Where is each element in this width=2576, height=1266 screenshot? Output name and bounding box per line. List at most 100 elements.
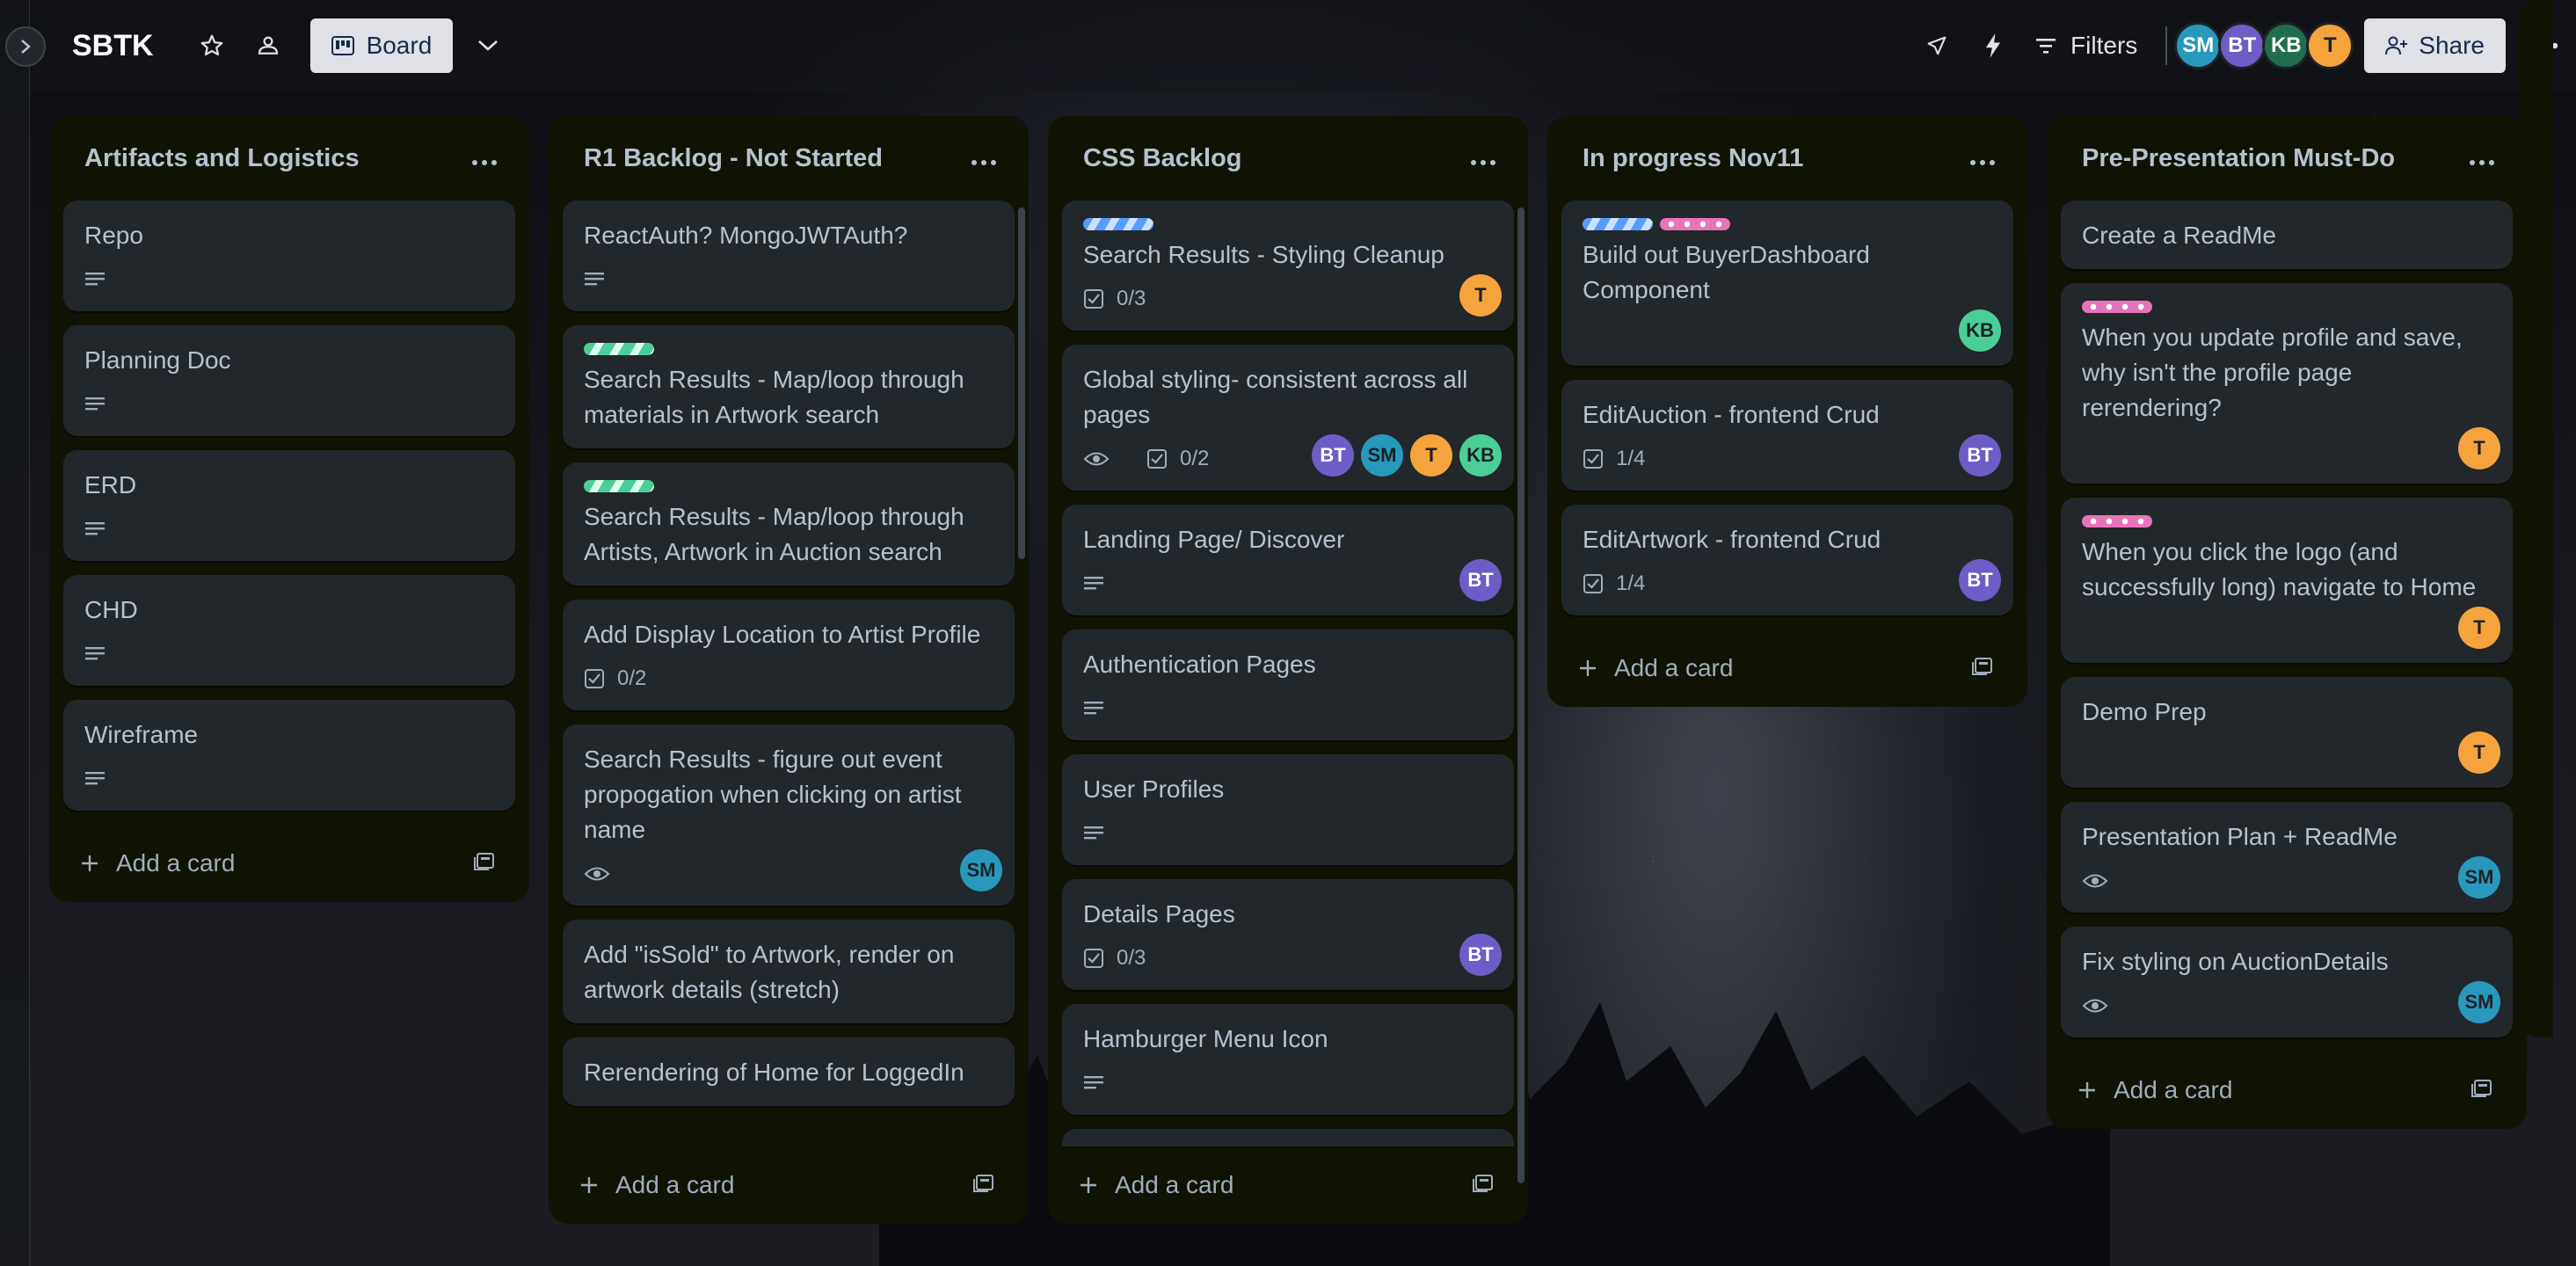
member-avatar[interactable]: T (2306, 22, 2354, 69)
member-avatar[interactable]: KB (2262, 22, 2310, 69)
card[interactable]: Search Results - Map/loop through materi… (563, 325, 1015, 448)
card[interactable]: Presentation Plan + ReadMe SM (2061, 802, 2513, 913)
list-actions-button[interactable] (971, 143, 997, 173)
label-blue[interactable] (1583, 218, 1653, 230)
member-avatar[interactable]: BT (1459, 934, 1502, 976)
label-pink[interactable] (2082, 301, 2152, 313)
member-avatar[interactable]: BT (1459, 559, 1502, 601)
list-column[interactable]: Pre-Presentation Must-Do Create a ReadMe W… (2047, 116, 2527, 1129)
card[interactable]: Search Results - Map/loop through Artist… (563, 462, 1015, 586)
card[interactable]: CHD (63, 575, 515, 686)
visibility-button[interactable] (245, 23, 291, 69)
card[interactable]: Hamburger Menu Icon (1062, 1004, 1514, 1115)
board-view-button[interactable]: Board (309, 18, 454, 73)
member-avatar[interactable]: T (1410, 434, 1452, 477)
card[interactable]: Rerendering of Home for LoggedIn (563, 1037, 1015, 1106)
list-column[interactable]: Artifacts and Logistics Repo Planning Doc E… (49, 116, 529, 902)
card[interactable]: Fix styling on AuctionDetails SM (2061, 927, 2513, 1037)
list-actions-button[interactable] (1969, 143, 1996, 173)
add-card-button[interactable]: Add a card (1062, 1146, 1514, 1224)
card[interactable]: Landing Page/ Discover BT (1062, 505, 1514, 615)
member-avatar[interactable]: BT (1959, 434, 2001, 477)
card[interactable]: EditArtwork - frontend Crud 1/4 BT (1561, 505, 2013, 615)
card-labels[interactable] (2082, 515, 2492, 528)
create-from-template-button[interactable] (1971, 654, 1994, 682)
card[interactable]: Wireframe (63, 700, 515, 811)
member-avatar[interactable]: SM (960, 849, 1002, 891)
card[interactable]: User Profiles (1062, 754, 1514, 865)
expand-sidebar-button[interactable] (5, 26, 46, 67)
add-card-button[interactable]: Add a card (563, 1146, 1015, 1224)
card[interactable]: Add "isSold" to Artwork, render on artwo… (563, 920, 1015, 1023)
create-from-template-button[interactable] (473, 849, 496, 877)
automation-button[interactable] (1970, 23, 2016, 69)
list-actions-button[interactable] (471, 143, 498, 173)
card[interactable]: Dropdown menu for search (1062, 1129, 1514, 1146)
member-avatar[interactable]: KB (1959, 309, 2001, 352)
card[interactable]: Global styling- consistent across all pa… (1062, 345, 1514, 491)
list-scrollbar[interactable] (1517, 207, 1524, 1183)
list-title[interactable]: In progress Nov11 (1583, 144, 1803, 173)
list-column[interactable]: R1 Backlog - Not Started ReactAuth? Mongo… (549, 116, 1029, 1224)
list-scrollbar[interactable] (1018, 207, 1025, 559)
member-avatar[interactable]: SM (2458, 856, 2500, 899)
create-from-template-button[interactable] (1472, 1171, 1495, 1199)
create-from-template-button[interactable] (2470, 1076, 2493, 1104)
board-title[interactable]: SBTK (72, 29, 154, 63)
member-avatar[interactable]: BT (1312, 434, 1354, 477)
label-pink[interactable] (2082, 515, 2152, 528)
member-avatar[interactable]: SM (1361, 434, 1403, 477)
filters-button[interactable]: Filters (2035, 32, 2137, 60)
label-blue[interactable] (1083, 218, 1153, 230)
list-column[interactable]: CSS Backlog Search Results - Styling Clea… (1048, 116, 1528, 1224)
share-button[interactable]: Share (2364, 18, 2506, 73)
card[interactable]: Details Pages 0/3 BT (1062, 879, 1514, 990)
list-column[interactable]: In progress Nov11 Build out BuyerDashboar… (1547, 116, 2027, 707)
list-title[interactable]: CSS Backlog (1083, 144, 1242, 173)
card[interactable]: Repo (63, 200, 515, 311)
label-green[interactable] (584, 343, 654, 355)
list-title[interactable]: Pre-Presentation Must-Do (2082, 144, 2395, 173)
card[interactable]: Planning Doc (63, 325, 515, 436)
card-labels[interactable] (584, 343, 993, 355)
label-pink[interactable] (1660, 218, 1730, 230)
member-avatar[interactable]: BT (1959, 559, 2001, 601)
member-avatar[interactable]: T (2458, 427, 2500, 469)
member-avatar[interactable]: SM (2458, 981, 2500, 1023)
member-avatar[interactable]: KB (1459, 434, 1502, 477)
create-from-template-button[interactable] (972, 1171, 995, 1199)
list-title[interactable]: R1 Backlog - Not Started (584, 144, 883, 173)
view-switcher-dropdown[interactable] (465, 23, 511, 69)
card[interactable]: Demo Prep T (2061, 677, 2513, 788)
card[interactable]: EditAuction - frontend Crud 1/4 BT (1561, 380, 2013, 491)
card[interactable]: Authentication Pages (1062, 629, 1514, 740)
list-actions-button[interactable] (2469, 143, 2495, 173)
add-card-button[interactable]: Add a card (63, 825, 515, 902)
card[interactable]: Build out BuyerDashboard Component KB (1561, 200, 2013, 366)
watch-eye-icon (2082, 874, 2108, 888)
card[interactable]: Add Display Location to Artist Profile 0/… (563, 600, 1015, 710)
card[interactable]: Search Results - Styling Cleanup 0/3 T (1062, 200, 1514, 331)
label-green[interactable] (584, 480, 654, 492)
power-ups-button[interactable] (1914, 23, 1960, 69)
card[interactable]: ReactAuth? MongoJWTAuth? (563, 200, 1015, 311)
add-card-button[interactable]: Add a card (1561, 629, 2013, 707)
list-title[interactable]: Artifacts and Logistics (84, 144, 360, 173)
card[interactable]: Create a ReadMe (2061, 200, 2513, 269)
card-labels[interactable] (1083, 218, 1493, 230)
card[interactable]: When you update profile and save, why is… (2061, 283, 2513, 484)
member-avatar[interactable]: T (1459, 274, 1502, 316)
card[interactable]: When you click the logo (and successfull… (2061, 498, 2513, 663)
list-actions-button[interactable] (1470, 143, 1496, 173)
member-avatar[interactable]: T (2458, 731, 2500, 774)
member-avatar[interactable]: BT (2218, 22, 2267, 69)
add-card-button[interactable]: Add a card (2061, 1051, 2513, 1129)
card-labels[interactable] (1583, 218, 1992, 230)
card[interactable]: ERD (63, 450, 515, 561)
member-avatar[interactable]: T (2458, 607, 2500, 649)
star-board-button[interactable] (189, 23, 235, 69)
card-labels[interactable] (2082, 301, 2492, 313)
card-labels[interactable] (584, 480, 993, 492)
member-avatar[interactable]: SM (2174, 22, 2223, 69)
card[interactable]: Search Results - figure out event propog… (563, 724, 1015, 906)
